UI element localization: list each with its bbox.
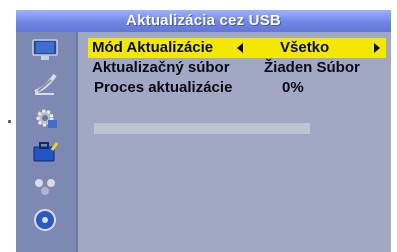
toolbox-icon[interactable] [32, 140, 58, 164]
update-progress-bar [94, 123, 310, 134]
chevron-left-icon[interactable] [237, 43, 243, 53]
media-disc-icon[interactable] [32, 208, 58, 232]
usb-update-screen: Aktualizácia cez USB Mód Aktualizácie Vš… [16, 10, 391, 252]
update-progress-label: Proces aktualizácie [94, 79, 233, 96]
update-mode-label: Mód Aktualizácie [92, 39, 214, 56]
update-settings-panel: Mód Aktualizácie Všetko Aktualizačný súb… [78, 32, 391, 252]
network-icon[interactable] [32, 174, 58, 198]
screen-title: Aktualizácia cez USB [16, 10, 391, 32]
update-file-value: Žiaden Súbor [264, 59, 360, 76]
chevron-right-icon[interactable] [374, 43, 380, 53]
satellite-dish-icon[interactable] [32, 72, 58, 96]
update-mode-value: Všetko [280, 39, 330, 56]
decorative-dot [8, 120, 11, 123]
update-file-label: Aktualizačný súbor [92, 59, 230, 76]
update-progress-row: Proces aktualizácie 0% [88, 78, 386, 98]
settings-gear-icon[interactable] [32, 106, 58, 130]
update-mode-row[interactable]: Mód Aktualizácie Všetko [88, 38, 386, 58]
update-progress-value: 0% [282, 79, 304, 96]
monitor-icon[interactable] [32, 38, 58, 62]
update-file-row[interactable]: Aktualizačný súbor Žiaden Súbor [88, 58, 386, 78]
menu-sidebar [16, 32, 78, 252]
